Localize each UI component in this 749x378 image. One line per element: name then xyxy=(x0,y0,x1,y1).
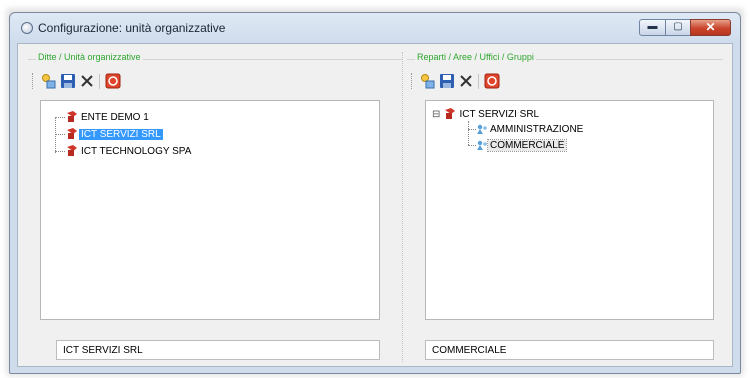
maximize-icon: ▢ xyxy=(673,21,683,32)
tree-item-label: ICT SERVIZI SRL xyxy=(459,109,540,120)
tree-line xyxy=(55,134,65,135)
minimize-icon: ▬ xyxy=(647,21,658,32)
panel-splitter[interactable] xyxy=(402,52,404,362)
tree-line xyxy=(468,121,469,145)
department-icon xyxy=(477,124,487,135)
save-icon[interactable] xyxy=(439,73,455,89)
title-bar[interactable]: Configurazione: unità organizzative ▬ ▢ … xyxy=(10,13,740,43)
toolbar-grip[interactable] xyxy=(411,73,414,89)
dialog-window: Configurazione: unità organizzative ▬ ▢ … xyxy=(9,12,741,374)
new-icon[interactable] xyxy=(419,73,435,89)
companies-tree[interactable]: ENTE DEMO 1 ICT SERVIZI SRL ICT TECHNOLO… xyxy=(40,100,380,320)
save-icon[interactable] xyxy=(60,73,76,89)
company-icon xyxy=(67,111,77,123)
tree-item-selected[interactable]: ICT SERVIZI SRL xyxy=(65,127,163,141)
tree-root-item[interactable]: ⊟ ICT SERVIZI SRL xyxy=(432,107,541,121)
toolbar-grip[interactable] xyxy=(32,73,35,89)
department-name-field[interactable]: COMMERCIALE xyxy=(425,340,714,360)
tree-item[interactable]: ENTE DEMO 1 xyxy=(65,110,151,124)
tree-line xyxy=(55,117,65,118)
companies-panel: Ditte / Unità organizzative ENTE DEMO 1 xyxy=(28,52,402,362)
toolbar-separator xyxy=(99,74,100,89)
delete-icon[interactable] xyxy=(79,73,95,89)
minimize-button[interactable]: ▬ xyxy=(639,19,666,36)
toolbar-separator xyxy=(478,74,479,89)
company-icon xyxy=(67,128,77,140)
maximize-button[interactable]: ▢ xyxy=(665,19,691,36)
tree-line xyxy=(55,151,65,152)
tree-item-label: AMMINISTRAZIONE xyxy=(490,124,584,135)
departments-tree[interactable]: ⊟ ICT SERVIZI SRL AMMINISTRAZIONE COMMER… xyxy=(425,100,714,320)
collapse-icon[interactable]: ⊟ xyxy=(432,109,440,120)
departments-group-label: Reparti / Aree / Uffici / Gruppi xyxy=(415,52,536,62)
close-button[interactable]: ✕ xyxy=(690,19,731,36)
company-name-field[interactable]: ICT SERVIZI SRL xyxy=(56,340,380,360)
tree-item-label: ENTE DEMO 1 xyxy=(81,112,149,123)
companies-group-label: Ditte / Unità organizzative xyxy=(36,52,143,62)
stop-icon[interactable] xyxy=(105,73,121,89)
new-icon[interactable] xyxy=(40,73,56,89)
stop-icon[interactable] xyxy=(484,73,500,89)
dialog-body: Ditte / Unità organizzative ENTE DEMO 1 xyxy=(17,43,733,367)
tree-item-label: ICT TECHNOLOGY SPA xyxy=(81,146,192,157)
tree-item-highlighted[interactable]: COMMERCIALE xyxy=(476,138,568,152)
window-title: Configurazione: unità organizzative xyxy=(38,21,226,35)
close-icon: ✕ xyxy=(705,20,716,34)
delete-icon[interactable] xyxy=(458,73,474,89)
departments-panel: Reparti / Aree / Uffici / Gruppi ⊟ ICT S… xyxy=(407,52,723,362)
company-icon xyxy=(67,145,77,157)
app-icon xyxy=(21,22,33,34)
tree-line xyxy=(55,117,56,153)
tree-item-label: COMMERCIALE xyxy=(486,139,568,152)
company-icon xyxy=(445,108,456,120)
tree-line xyxy=(468,129,476,130)
department-icon xyxy=(477,140,487,151)
tree-line xyxy=(468,145,476,146)
tree-item-label: ICT SERVIZI SRL xyxy=(79,129,163,140)
tree-item[interactable]: ICT TECHNOLOGY SPA xyxy=(65,144,193,158)
tree-item[interactable]: AMMINISTRAZIONE xyxy=(476,122,585,136)
